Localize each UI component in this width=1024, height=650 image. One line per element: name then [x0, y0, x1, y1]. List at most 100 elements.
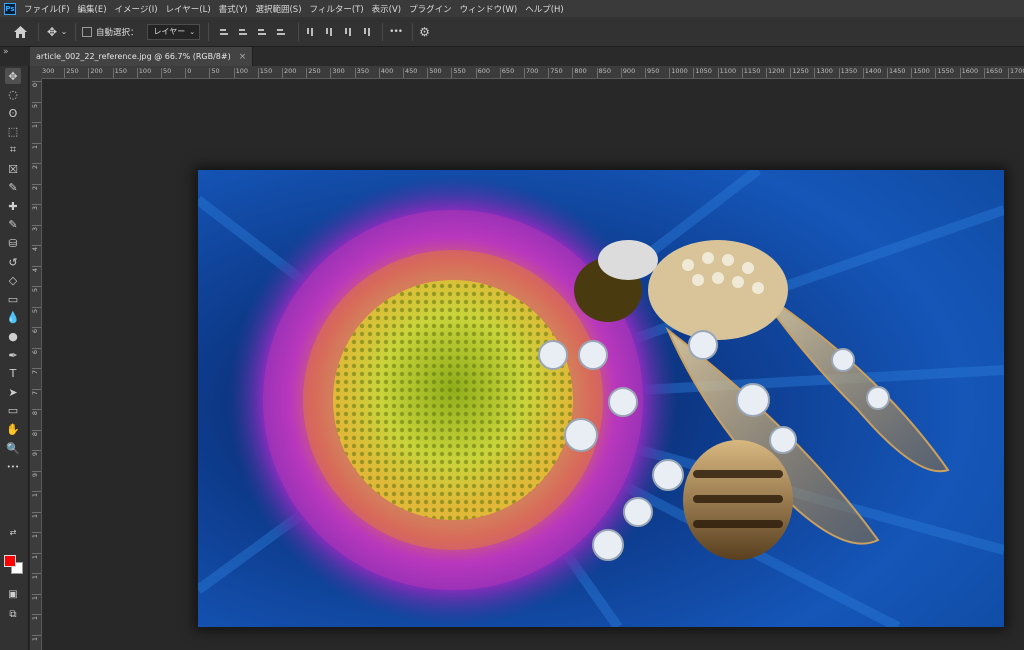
align-top-edges-icon[interactable] — [305, 27, 315, 37]
swap-colors-icon[interactable]: ⇄ — [5, 524, 21, 540]
chevron-down-icon: ⌄ — [189, 27, 196, 36]
document-image[interactable] — [198, 170, 1004, 627]
separator — [298, 22, 300, 41]
pen-tool-icon[interactable]: ✒ — [5, 347, 21, 363]
align-right-edges-icon[interactable] — [257, 27, 267, 37]
path-select-tool-icon[interactable]: ➤ — [5, 384, 21, 400]
ruler-v-tick-label: 1 — [31, 554, 39, 559]
ruler-v-tick — [32, 183, 41, 185]
gear-icon[interactable]: ⚙ — [419, 25, 430, 39]
ruler-h-tick-label: 800 — [574, 67, 587, 75]
eyedropper-tool-icon[interactable]: ✎ — [5, 180, 21, 196]
auto-select-checkbox[interactable] — [82, 26, 92, 37]
dodge-tool-icon[interactable]: ● — [5, 328, 21, 344]
ruler-v-tick-label: 8 — [31, 411, 39, 416]
chevron-down-icon[interactable]: ⌄ — [59, 27, 69, 36]
auto-select-target-dropdown[interactable]: レイヤー ⌄ — [146, 23, 201, 40]
menu-item[interactable]: ウィンドウ(W) — [456, 3, 522, 15]
home-icon[interactable] — [12, 25, 28, 38]
ruler-h-tick-label: 0 — [187, 67, 192, 75]
menu-item[interactable]: ヘルプ(H) — [521, 3, 568, 15]
collapse-panels-icon[interactable]: » — [3, 47, 9, 57]
ruler-v-tick-label: 5 — [31, 288, 39, 293]
ruler-h-tick-label: 900 — [622, 67, 636, 75]
ruler-h-tick-label: 1550 — [937, 67, 954, 75]
lasso-tool-icon[interactable]: ʘ — [5, 105, 21, 121]
align-vertical-centers-icon[interactable] — [324, 27, 334, 37]
ruler-v-tick — [32, 614, 41, 615]
blur-tool-icon[interactable]: 💧 — [5, 310, 21, 326]
menu-items: ファイル(F) 編集(E) イメージ(I) レイヤー(L) 書式(Y) 選択範囲(S) フィ… — [20, 3, 568, 15]
ruler-v-tick — [32, 409, 41, 410]
ruler-v-tick — [32, 142, 41, 144]
move-tool-icon[interactable]: ✥ — [45, 25, 59, 39]
align-bottom-edges-icon[interactable] — [343, 27, 353, 37]
move-tool-icon[interactable]: ✥ — [5, 68, 21, 84]
ruler-h-tick — [64, 68, 66, 78]
ruler-v-tick-label: 7 — [31, 390, 39, 395]
hand-tool-icon[interactable]: ✋ — [5, 421, 21, 437]
type-tool-icon[interactable]: T — [5, 366, 21, 382]
eraser-tool-icon[interactable]: ◇ — [5, 273, 21, 289]
ruler-h-tick-label: 250 — [308, 67, 321, 75]
ruler-v-tick — [32, 634, 41, 636]
separator — [412, 22, 414, 41]
distribute-vertical-icon[interactable] — [276, 27, 286, 37]
ruler-h-tick — [1008, 68, 1009, 78]
menu-item[interactable]: フィルター(T) — [306, 3, 368, 15]
align-vertical-buttons — [305, 27, 372, 37]
ruler-h-tick — [838, 68, 840, 78]
more-tools-icon[interactable]: ••• — [5, 459, 21, 475]
menu-item[interactable]: ファイル(F) — [20, 3, 74, 15]
marquee-tool-icon[interactable]: ◌ — [5, 87, 21, 103]
quick-mask-icon[interactable]: ▣ — [5, 586, 21, 602]
ruler-h-tick-label: 1700 — [1010, 67, 1024, 75]
ruler-h-tick-label: 50 — [211, 67, 220, 75]
ruler-h-tick-label: 1250 — [792, 67, 809, 75]
align-left-edges-icon[interactable] — [219, 27, 229, 37]
distribute-horizontal-icon[interactable] — [362, 27, 372, 37]
screen-mode-icon[interactable]: ⧉ — [5, 606, 21, 622]
menu-item[interactable]: 書式(Y) — [215, 3, 252, 15]
foreground-color-swatch[interactable] — [4, 555, 16, 567]
align-horizontal-centers-icon[interactable] — [238, 27, 248, 37]
ruler-h-tick — [790, 68, 792, 78]
ruler-h-tick-label: 1500 — [913, 67, 930, 75]
menu-item[interactable]: 表示(V) — [368, 3, 405, 15]
ruler-h-tick — [596, 68, 598, 78]
ruler-h-tick-label: 950 — [647, 67, 660, 75]
tools-panel: ⇄ ▣ ⧉ ✥ ◌ ʘ ⬚ ⌗ ☒ ✎ ✚ ✎ ⛁ ↺ ◇ ▭ 💧 ● ✒ T ➤ ▭ ✋ 🔍 ••• — [0, 66, 29, 650]
ruler-h-tick — [572, 68, 574, 78]
menu-item[interactable]: 編集(E) — [74, 3, 111, 15]
healing-brush-tool-icon[interactable]: ✚ — [5, 198, 21, 214]
zoom-tool-icon[interactable]: 🔍 — [5, 440, 21, 456]
ruler-h-tick-label: 1000 — [671, 67, 688, 75]
ruler-h-tick-label: 700 — [526, 67, 539, 75]
ruler-v-tick — [32, 388, 41, 390]
crop-tool-icon[interactable]: ⌗ — [5, 142, 21, 158]
menu-item[interactable]: レイヤー(L) — [162, 3, 215, 15]
history-brush-tool-icon[interactable]: ↺ — [5, 254, 21, 270]
ruler-v-tick — [32, 470, 41, 472]
object-select-tool-icon[interactable]: ⬚ — [5, 124, 21, 140]
ruler-h-tick — [209, 68, 211, 78]
ruler-h-tick — [306, 68, 308, 78]
frame-tool-icon[interactable]: ☒ — [5, 161, 21, 177]
menu-item[interactable]: 選択範囲(S) — [251, 3, 305, 15]
menu-item[interactable]: イメージ(I) — [111, 3, 162, 15]
ruler-h-tick-label: 100 — [235, 67, 249, 75]
shape-tool-icon[interactable]: ▭ — [5, 403, 21, 419]
more-options-icon[interactable]: ••• — [389, 27, 403, 37]
brush-tool-icon[interactable]: ✎ — [5, 217, 21, 233]
ruler-h-tick-label: 400 — [380, 67, 394, 75]
close-icon[interactable]: × — [239, 52, 247, 62]
menu-item[interactable]: プラグイン — [405, 3, 456, 15]
ruler-v-tick — [32, 491, 41, 492]
clone-stamp-tool-icon[interactable]: ⛁ — [5, 235, 21, 251]
gradient-tool-icon[interactable]: ▭ — [5, 291, 21, 307]
ruler-h-tick — [862, 68, 864, 78]
ruler-h-tick-label: 1400 — [864, 67, 882, 75]
ruler-h-tick-label: 50 — [163, 67, 172, 75]
document-tab[interactable]: article_002_22_reference.jpg @ 66.7% (RG… — [30, 47, 254, 66]
ruler-v-tick-label: 2 — [31, 165, 39, 170]
